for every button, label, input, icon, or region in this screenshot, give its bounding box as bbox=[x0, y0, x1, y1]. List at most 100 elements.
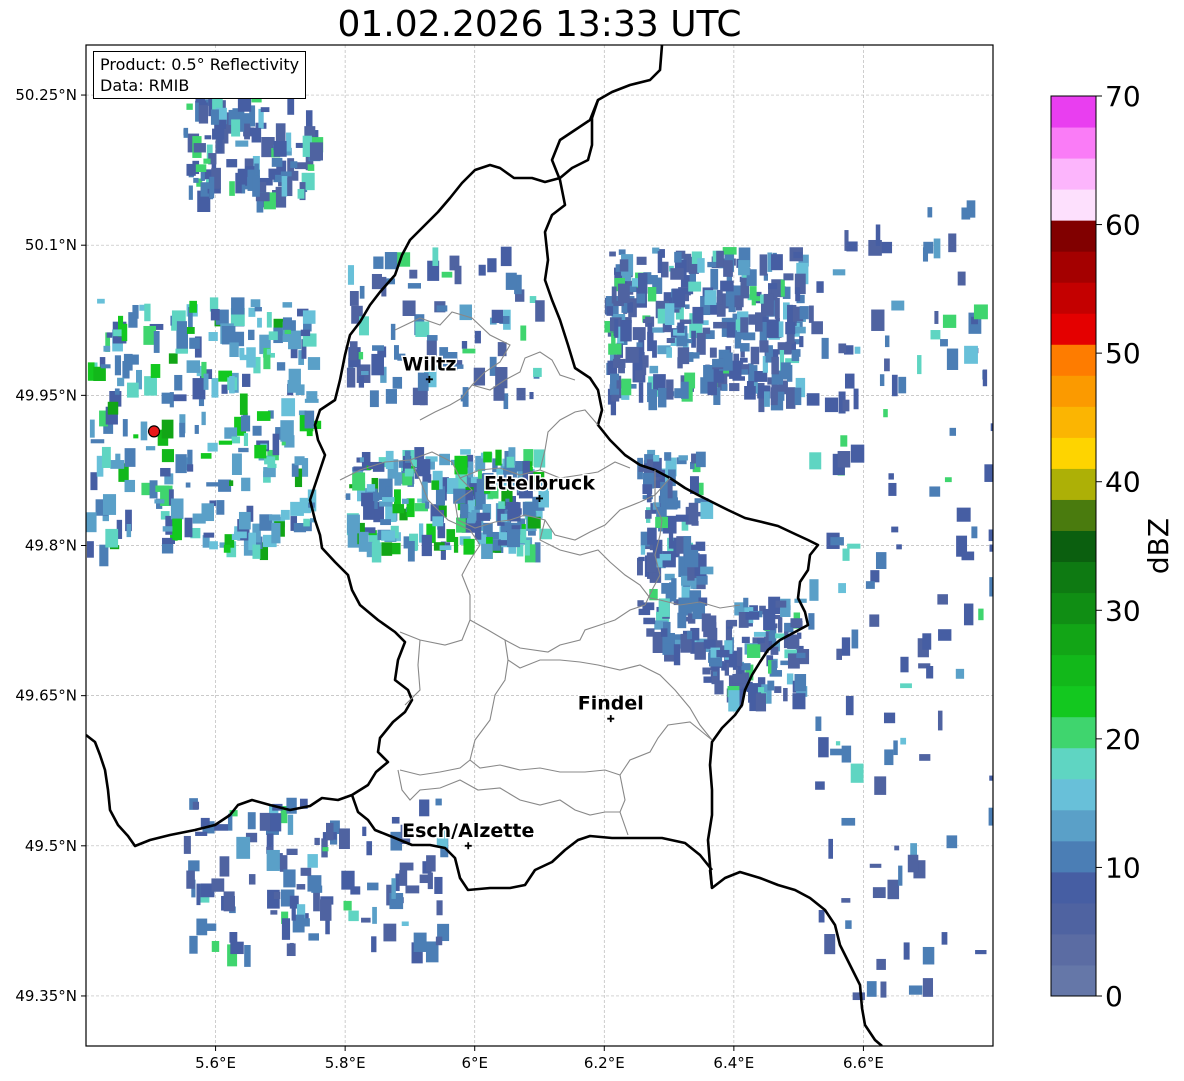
echo-cell bbox=[875, 224, 881, 246]
echo-cell bbox=[371, 353, 384, 376]
echo-cell bbox=[279, 855, 288, 872]
lat-tick-label: 49.65°N bbox=[15, 687, 77, 705]
echo-cell bbox=[346, 367, 356, 388]
echo-cell bbox=[309, 142, 323, 161]
colorbar-segment bbox=[1051, 282, 1096, 314]
echo-cell bbox=[474, 330, 481, 344]
echo-cell bbox=[500, 246, 512, 267]
echo-cell bbox=[712, 671, 718, 676]
echo-cell bbox=[716, 289, 723, 305]
echo-cell bbox=[520, 325, 527, 341]
echo-cell bbox=[252, 544, 261, 559]
echo-cell bbox=[680, 599, 689, 604]
echo-cell bbox=[203, 532, 215, 538]
echo-cell bbox=[231, 533, 241, 541]
echo-cell bbox=[944, 477, 952, 483]
echo-cell bbox=[493, 386, 505, 401]
echo-cell bbox=[785, 321, 796, 335]
lat-tick-label: 49.5°N bbox=[25, 837, 77, 855]
echo-cell bbox=[263, 467, 276, 478]
echo-cell bbox=[359, 457, 364, 463]
echo-cell bbox=[675, 514, 689, 522]
echo-cell bbox=[649, 365, 659, 374]
echo-cell bbox=[307, 875, 322, 892]
echo-cell bbox=[187, 464, 194, 472]
echo-cell bbox=[846, 241, 858, 252]
echo-cell bbox=[454, 265, 462, 285]
echo-cell bbox=[460, 449, 471, 455]
echo-cell bbox=[236, 836, 251, 859]
echo-cell bbox=[684, 549, 699, 568]
echo-cell bbox=[268, 331, 278, 341]
echo-cell bbox=[426, 855, 436, 872]
echo-cell bbox=[169, 392, 174, 408]
echo-cell bbox=[476, 478, 485, 500]
echo-cell bbox=[367, 882, 379, 891]
echo-cell bbox=[399, 870, 408, 886]
echo-cell bbox=[195, 831, 208, 836]
echo-cell bbox=[922, 946, 935, 965]
echo-cell bbox=[676, 536, 685, 554]
echo-cell bbox=[174, 374, 183, 391]
echo-cell bbox=[281, 918, 291, 940]
lat-tick-label: 49.35°N bbox=[15, 987, 77, 1005]
echo-cell bbox=[612, 358, 626, 368]
echo-cell bbox=[961, 551, 975, 561]
echo-cell bbox=[836, 648, 843, 660]
colorbar-segment bbox=[1051, 685, 1096, 718]
echo-cell bbox=[282, 317, 292, 330]
echo-cell bbox=[900, 737, 907, 745]
echo-cell bbox=[291, 463, 299, 477]
echo-cell bbox=[777, 342, 792, 355]
echo-cell bbox=[481, 543, 493, 559]
echo-cell bbox=[832, 269, 846, 276]
echo-cell bbox=[907, 854, 919, 873]
echo-cell bbox=[221, 325, 236, 345]
echo-cell bbox=[946, 835, 958, 849]
echo-cell bbox=[128, 312, 138, 328]
echo-cell bbox=[609, 251, 616, 257]
echo-cell bbox=[505, 272, 517, 290]
echo-cell bbox=[791, 349, 800, 362]
echo-cell bbox=[223, 891, 235, 912]
echo-cell bbox=[963, 603, 974, 626]
echo-cell bbox=[154, 499, 165, 504]
echo-cell bbox=[385, 450, 394, 470]
echo-cell bbox=[891, 374, 898, 397]
echo-cell bbox=[186, 360, 201, 373]
echo-cell bbox=[505, 501, 519, 510]
echo-cell bbox=[796, 652, 806, 659]
echo-cell bbox=[988, 807, 993, 826]
echo-cell bbox=[126, 524, 132, 538]
echo-cell bbox=[927, 207, 933, 218]
echo-cell bbox=[771, 660, 778, 675]
echo-cell bbox=[771, 356, 779, 375]
echo-cell bbox=[957, 271, 966, 286]
echo-cell bbox=[657, 251, 663, 274]
product-info-box: Product: 0.5° Reflectivity Data: RMIB bbox=[93, 51, 307, 99]
echo-cell bbox=[714, 680, 724, 695]
echo-cell bbox=[828, 838, 834, 859]
echo-cell bbox=[763, 608, 776, 631]
echo-cell bbox=[887, 879, 900, 900]
echo-cell bbox=[740, 343, 750, 352]
echo-cell bbox=[638, 608, 651, 616]
echo-cell bbox=[188, 860, 200, 872]
colorbar-tick-label: 20 bbox=[1105, 723, 1141, 756]
echo-cell bbox=[290, 161, 298, 169]
echo-cell bbox=[101, 446, 111, 468]
echo-cell bbox=[740, 369, 749, 375]
echo-cell bbox=[473, 367, 486, 386]
echo-cell bbox=[664, 452, 672, 461]
echo-cell bbox=[401, 498, 409, 504]
city-label: Findel bbox=[578, 693, 644, 715]
echo-cell bbox=[188, 185, 193, 200]
echo-cell bbox=[229, 375, 235, 394]
echo-cell bbox=[260, 107, 270, 113]
echo-cell bbox=[989, 577, 993, 597]
echo-cell bbox=[280, 420, 294, 442]
echo-cell bbox=[842, 548, 850, 561]
echo-cell bbox=[741, 663, 751, 671]
echo-cell bbox=[841, 637, 851, 656]
echo-cell bbox=[371, 542, 382, 563]
